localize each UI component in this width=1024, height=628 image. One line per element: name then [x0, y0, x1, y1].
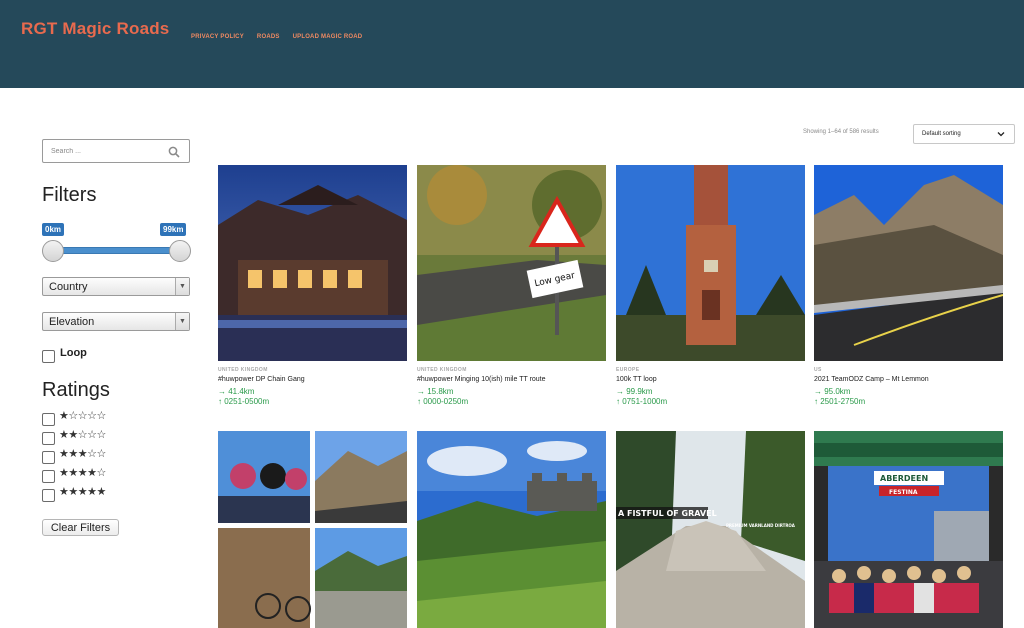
country-select-value: Country [49, 281, 88, 293]
rating-3-stars: ★★★☆☆ [59, 448, 106, 460]
product-image-castle-valley[interactable] [417, 431, 606, 628]
range-max-label: 99km [160, 223, 187, 236]
filters-heading: Filters [42, 184, 97, 206]
rating-4-checkbox[interactable] [42, 470, 55, 483]
product-title[interactable]: #huwpower Minging 10(ish) mile TT route [417, 376, 546, 383]
ratings-heading: Ratings [42, 379, 110, 401]
rating-2-checkbox[interactable] [42, 432, 55, 445]
site-logo[interactable]: RGT Magic Roads [21, 19, 169, 39]
search-input[interactable] [43, 140, 163, 162]
product-title[interactable]: 100k TT loop [616, 376, 657, 383]
product-distance: → 15.8km [417, 387, 454, 396]
product-country: EUROPE [616, 367, 640, 373]
product-distance: → 41.4km [218, 387, 255, 396]
elevation-select[interactable]: Elevation ▼ [42, 312, 190, 331]
nav-privacy-policy[interactable]: PRIVACY POLICY [191, 34, 244, 40]
dropdown-arrow-icon: ▼ [175, 313, 189, 330]
site-header: RGT Magic Roads PRIVACY POLICY ROADS UPL… [0, 0, 1024, 88]
product-title[interactable]: 2021 TeamODZ Camp – Mt Lemmon [814, 376, 929, 383]
product-elevation: ↑ 0251-0500m [218, 397, 270, 406]
rating-4-stars: ★★★★☆ [59, 467, 106, 479]
result-count: Showing 1–64 of 586 results [803, 129, 879, 135]
product-image-tower[interactable] [616, 165, 805, 361]
rating-1-stars: ★☆☆☆☆ [59, 410, 106, 422]
elevation-select-value: Elevation [49, 316, 95, 328]
loop-label: Loop [60, 347, 87, 359]
clear-filters-button[interactable]: Clear Filters [42, 519, 119, 536]
rating-5-checkbox[interactable] [42, 489, 55, 502]
product-country: UNITED KINGDOM [218, 367, 268, 373]
nav-upload-magic-road[interactable]: UPLOAD MAGIC ROAD [293, 34, 363, 40]
nav-roads[interactable]: ROADS [257, 34, 280, 40]
sort-select-value: Default sorting [922, 131, 961, 137]
arch-text: ABERDEEN [880, 474, 928, 483]
product-elevation: ↑ 0000-0250m [417, 397, 469, 406]
arch-subtext: FESTINA [889, 489, 918, 496]
product-country: UNITED KINGDOM [417, 367, 467, 373]
rating-5-stars: ★★★★★ [59, 486, 106, 498]
search-icon[interactable] [168, 146, 180, 158]
product-image-mt-lemmon[interactable] [814, 165, 1003, 361]
sort-select[interactable]: Default sorting [913, 124, 1015, 144]
product-title[interactable]: #huwpower DP Chain Gang [218, 376, 305, 383]
gravel-banner-text: A FISTFUL OF GRAVEL [618, 509, 717, 518]
product-distance: → 99.9km [616, 387, 653, 396]
rating-1-checkbox[interactable] [42, 413, 55, 426]
range-max-handle[interactable] [169, 240, 191, 262]
product-country: US [814, 367, 822, 373]
product-image-pub[interactable] [218, 165, 407, 361]
product-elevation: ↑ 2501-2750m [814, 397, 866, 406]
range-min-label: 0km [42, 223, 65, 236]
country-select[interactable]: Country ▼ [42, 277, 190, 296]
product-image-low-gear-sign[interactable]: Low gear [417, 165, 606, 361]
main-nav: PRIVACY POLICY ROADS UPLOAD MAGIC ROAD [191, 34, 362, 40]
distance-range-track[interactable] [52, 247, 180, 254]
dropdown-arrow-icon: ▼ [175, 278, 189, 295]
rating-2-stars: ★★☆☆☆ [59, 429, 106, 441]
product-distance: → 95.0km [814, 387, 851, 396]
product-image-race-start[interactable]: ABERDEEN FESTINA [814, 431, 1003, 628]
loop-checkbox[interactable] [42, 350, 55, 363]
product-elevation: ↑ 0751-1000m [616, 397, 668, 406]
range-min-handle[interactable] [42, 240, 64, 262]
product-image-camp-collage[interactable] [218, 431, 407, 628]
gravel-banner-subtext: PREMIUM VARNLAND DIRTROA [726, 523, 796, 528]
rating-3-checkbox[interactable] [42, 451, 55, 464]
search-box [42, 139, 190, 163]
chevron-down-icon [997, 132, 1005, 137]
product-image-gravel-road[interactable]: A FISTFUL OF GRAVEL PREMIUM VARNLAND DIR… [616, 431, 805, 628]
